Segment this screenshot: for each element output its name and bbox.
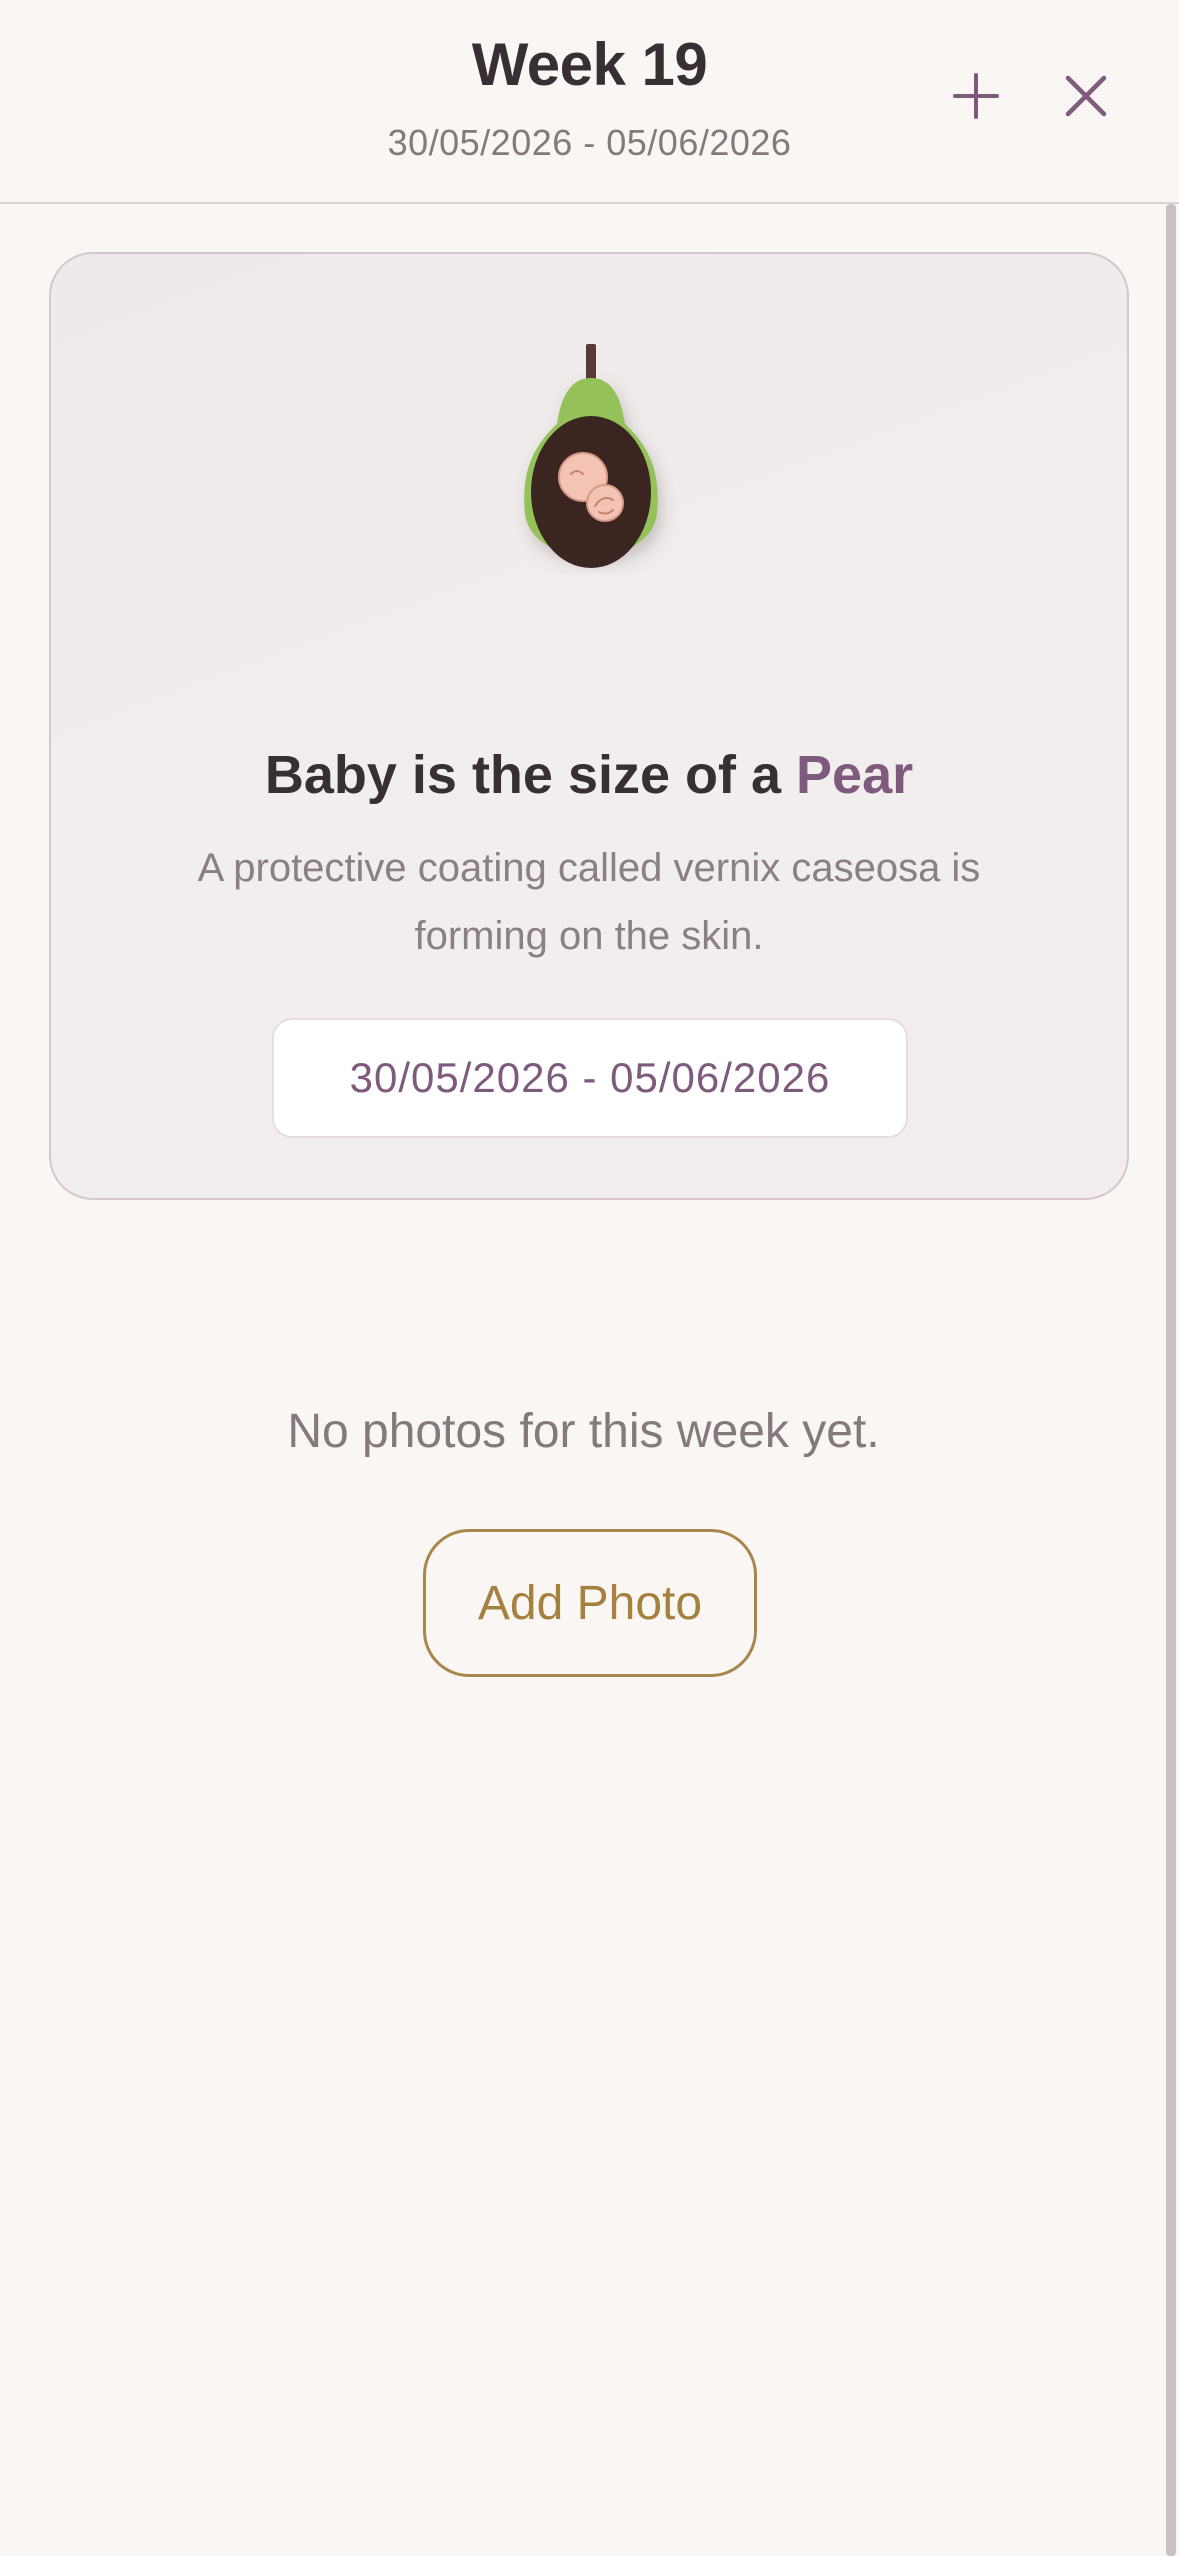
size-heading: Baby is the size of a Pear — [51, 744, 1127, 806]
plus-icon — [953, 73, 999, 119]
add-button[interactable] — [936, 56, 1016, 136]
size-heading-prefix: Baby is the size of a — [264, 745, 797, 805]
pear-with-baby-icon — [524, 344, 658, 568]
development-description: A protective coating called vernix caseo… — [197, 846, 981, 958]
close-button[interactable] — [1046, 56, 1126, 136]
fruit-name: Pear — [796, 745, 914, 805]
scrollbar[interactable] — [1166, 204, 1176, 2556]
baby-size-card: Baby is the size of a Pear A protective … — [49, 252, 1129, 1200]
empty-photos-message: No photos for this week yet. — [287, 1405, 880, 1458]
header: Week 19 30/05/2026 - 05/06/2026 — [0, 0, 1179, 204]
close-icon — [1065, 75, 1107, 117]
date-range-pill: 30/05/2026 - 05/06/2026 — [272, 1018, 908, 1138]
add-photo-button[interactable]: Add Photo — [423, 1529, 757, 1677]
